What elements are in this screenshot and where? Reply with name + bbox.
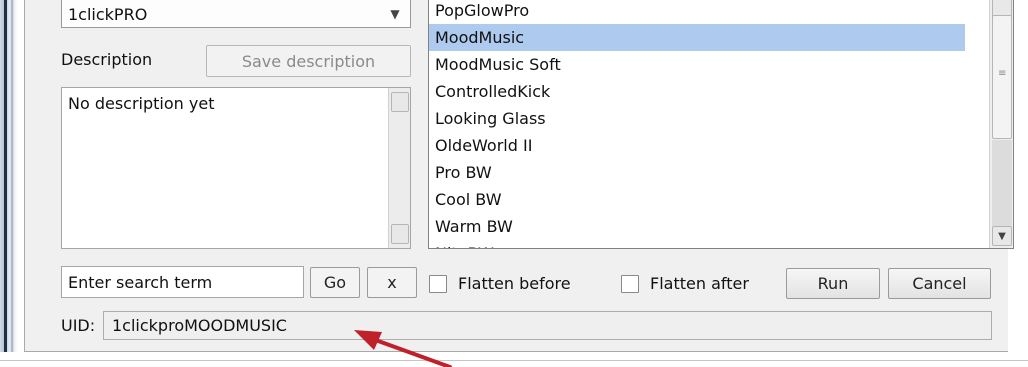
save-description-button[interactable]: Save description <box>206 45 411 77</box>
scroll-track[interactable] <box>992 140 1012 226</box>
uid-field: 1clickproMOODMUSIC <box>103 311 992 340</box>
search-input[interactable]: Enter search term <box>61 266 304 298</box>
annotation-arrow-shaft <box>368 336 452 367</box>
list-item[interactable]: Pro BW <box>429 159 965 186</box>
chevron-down-icon[interactable]: ▼ <box>380 7 410 21</box>
scroll-up-button[interactable] <box>391 92 409 112</box>
description-text: No description yet <box>68 94 215 113</box>
uid-label: UID: <box>61 316 96 335</box>
list-item[interactable]: PopGlowPro <box>429 0 965 24</box>
flatten-before-label[interactable]: Flatten before <box>458 274 571 293</box>
clear-search-button[interactable]: x <box>367 267 417 298</box>
list-item[interactable]: Warm BW <box>429 213 965 240</box>
chevron-down-icon[interactable]: ▼ <box>992 226 1012 246</box>
list-item[interactable]: ControlledKick <box>429 78 965 105</box>
list-item[interactable]: Cool BW <box>429 186 965 213</box>
template-select[interactable]: 1clickPRO ▼ <box>61 0 411 28</box>
dialog-panel: 1clickPRO ▼ Description Save description… <box>24 0 1014 352</box>
list-item[interactable]: Looking Glass <box>429 105 965 132</box>
template-select-value: 1clickPRO <box>68 5 148 24</box>
list-item-selected[interactable]: MoodMusic <box>429 24 965 51</box>
list-item[interactable]: OldeWorld II <box>429 132 965 159</box>
list-item[interactable]: MoodMusic Soft <box>429 51 965 78</box>
flatten-after-checkbox[interactable] <box>621 275 639 293</box>
flatten-after-label[interactable]: Flatten after <box>650 274 749 293</box>
window-edge <box>0 0 24 367</box>
run-button[interactable]: Run <box>786 268 880 299</box>
search-placeholder: Enter search term <box>68 272 213 292</box>
description-textarea[interactable]: No description yet <box>61 87 411 249</box>
window-outer-border <box>0 360 1028 361</box>
uid-value: 1clickproMOODMUSIC <box>112 316 287 335</box>
window-edge-strip <box>4 0 7 367</box>
preset-list[interactable]: PopGlowPro MoodMusic MoodMusic Soft Cont… <box>428 0 1014 249</box>
annotation-arrow-head <box>354 330 382 350</box>
description-scrollbar[interactable] <box>388 88 410 248</box>
cancel-button[interactable]: Cancel <box>888 268 991 299</box>
annotation-arrow-icon <box>354 330 452 367</box>
grip-icon: ≡ <box>998 68 1007 79</box>
description-label: Description <box>61 50 153 69</box>
go-button[interactable]: Go <box>310 267 360 298</box>
list-item[interactable]: NiteBW <box>429 240 965 248</box>
scroll-down-button[interactable] <box>391 224 409 244</box>
flatten-before-checkbox[interactable] <box>429 275 447 293</box>
scroll-thumb[interactable]: ≡ <box>992 15 1012 139</box>
preset-list-scrollbar[interactable]: ≡ ▼ <box>989 0 1013 248</box>
